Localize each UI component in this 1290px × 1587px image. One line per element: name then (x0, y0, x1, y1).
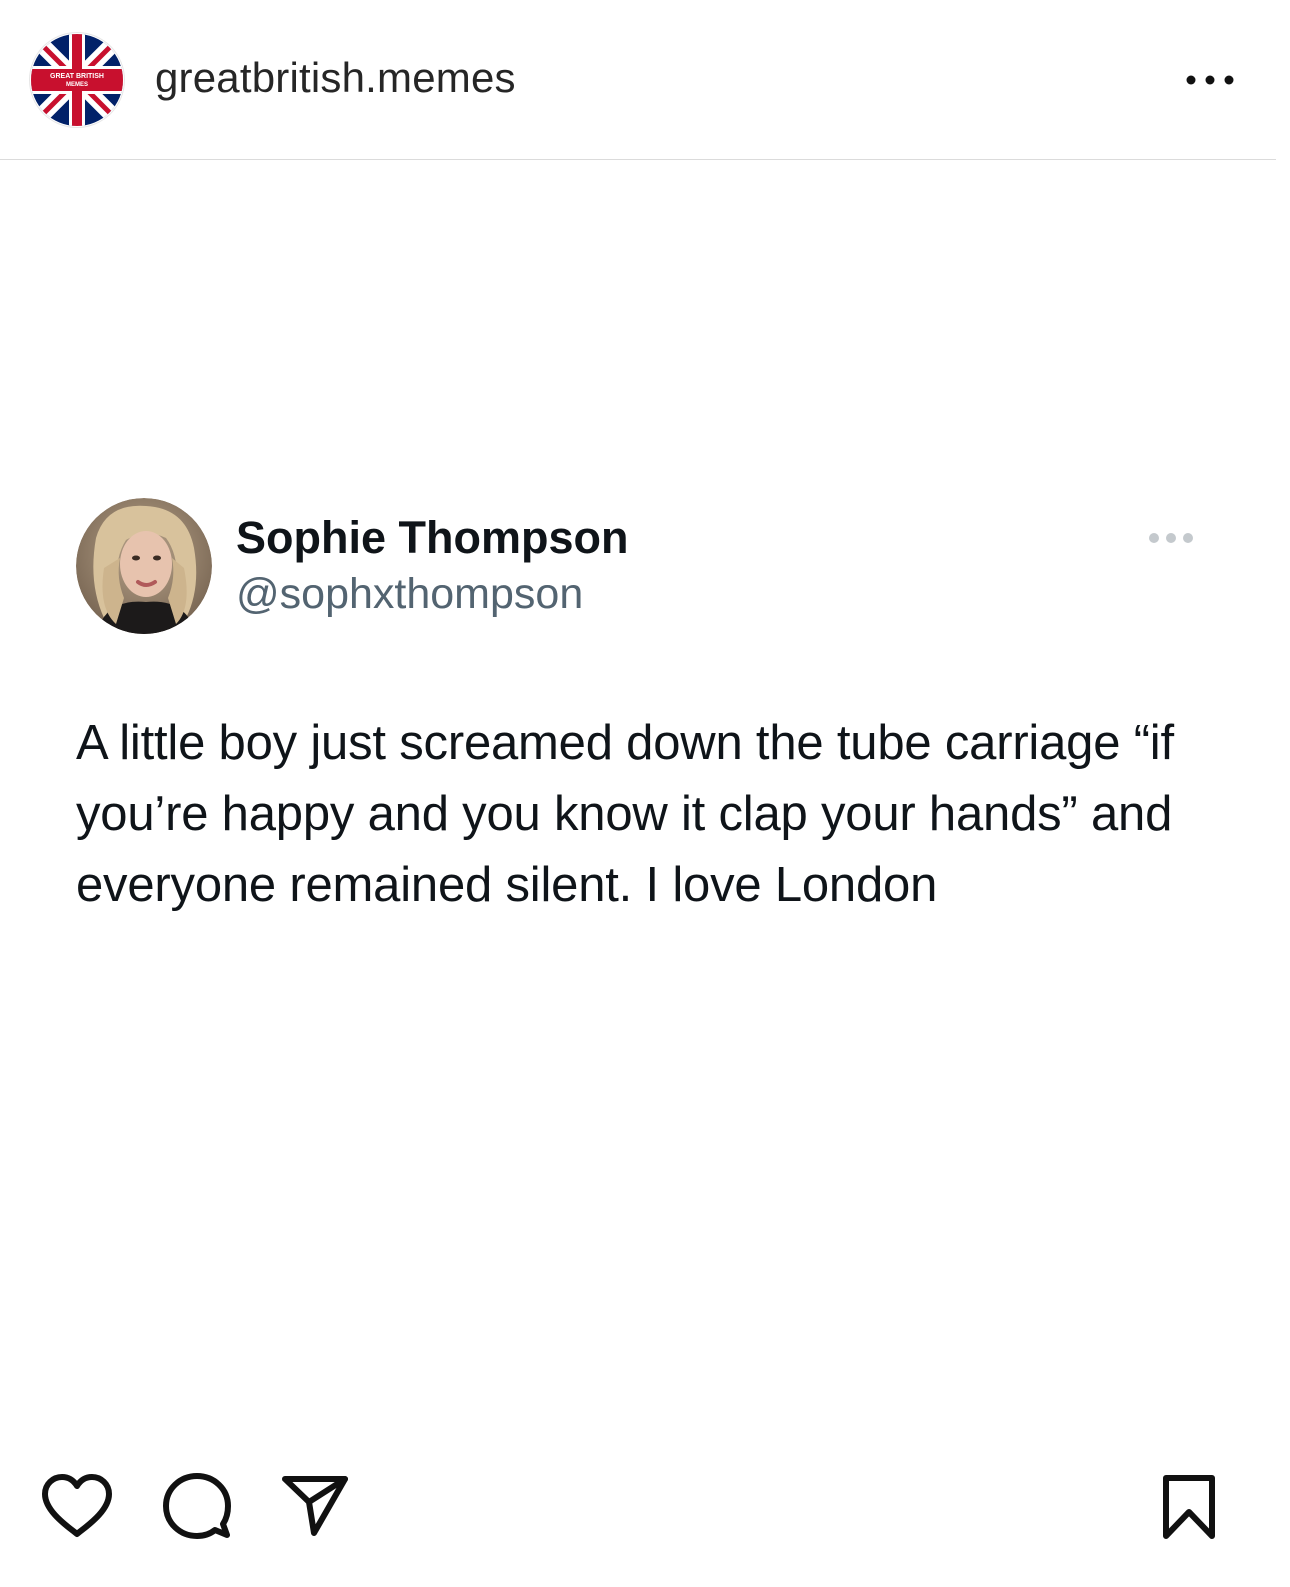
comment-button[interactable] (163, 1472, 231, 1540)
account-avatar[interactable]: GREAT BRITISH MEMES (30, 33, 124, 127)
share-button[interactable] (281, 1474, 349, 1538)
profile-photo-icon (76, 498, 212, 634)
account-name[interactable]: greatbritish.memes (155, 54, 516, 102)
tweet-more-options (1148, 530, 1194, 546)
bookmark-icon (1163, 1475, 1215, 1539)
tweet-author-name: Sophie Thompson (236, 512, 629, 563)
comment-icon (163, 1473, 231, 1539)
instagram-post: GREAT BRITISH MEMES greatbritish.memes S… (0, 0, 1290, 1587)
tweet-text: A little boy just screamed down the tube… (76, 716, 1174, 912)
send-icon (282, 1476, 348, 1536)
avatar-logo-text: GREAT BRITISH (50, 73, 104, 80)
union-jack-logo: GREAT BRITISH MEMES (31, 34, 123, 126)
like-button[interactable] (40, 1472, 114, 1540)
post-action-bar (0, 1460, 1290, 1560)
more-horizontal-icon (1186, 75, 1234, 85)
tweet-card: Sophie Thompson @sophxthompson A little … (0, 160, 1276, 1440)
post-header: GREAT BRITISH MEMES greatbritish.memes (0, 0, 1276, 160)
save-button[interactable] (1161, 1474, 1217, 1540)
more-options-button[interactable] (1184, 66, 1236, 94)
avatar-logo-subtext: MEMES (66, 82, 88, 88)
tweet-author-handle: @sophxthompson (236, 570, 584, 618)
tweet-author-avatar (76, 498, 212, 634)
more-horizontal-icon (1149, 533, 1193, 543)
heart-icon (42, 1474, 112, 1537)
